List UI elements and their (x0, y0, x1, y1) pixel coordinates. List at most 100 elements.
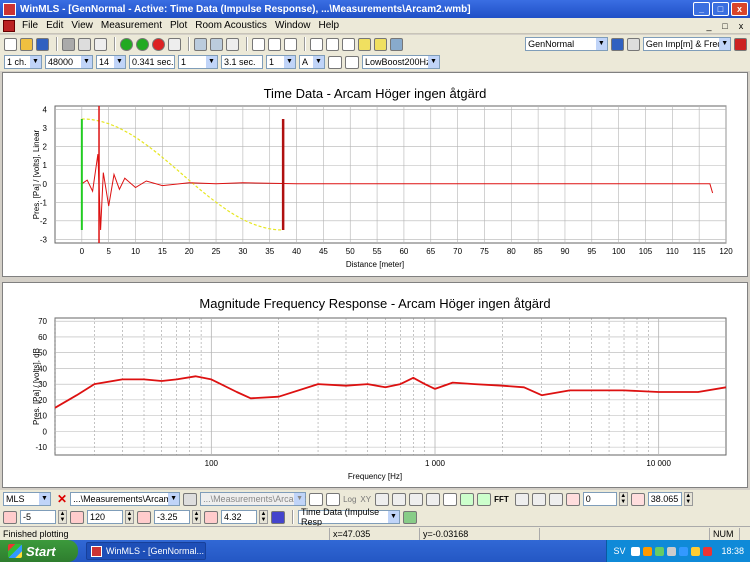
open-folder-icon[interactable] (20, 37, 33, 51)
window-start-icon[interactable] (565, 492, 580, 506)
pre-delay-field[interactable]: 3.1 sec. (221, 55, 263, 69)
sample-rate-select[interactable]: 48000 ▼ (45, 55, 93, 69)
tray-icon-3[interactable] (655, 546, 665, 556)
x-max-input[interactable]: 120 (87, 510, 123, 524)
averages-select[interactable]: 1 ▼ (178, 55, 218, 69)
menu-view[interactable]: View (67, 20, 97, 31)
mode-select[interactable]: A ▼ (299, 55, 325, 69)
menu-help[interactable]: Help (315, 20, 344, 31)
peak-icon[interactable] (426, 492, 441, 506)
taskbar-item-winmls[interactable]: WinMLS - [GenNormal... (86, 542, 206, 560)
signal-type-select[interactable]: MLS ▼ (3, 492, 51, 506)
file-a-select[interactable]: ...\Measurements\Arcam2 ▼ (70, 492, 181, 506)
tray-icon-7[interactable] (703, 546, 713, 556)
x-min-spinner[interactable]: ▲ ▼ (58, 510, 67, 524)
view-options-icon[interactable] (403, 510, 417, 524)
scope-icon[interactable] (226, 37, 239, 51)
window-end-input[interactable]: 38.065 (647, 492, 682, 506)
pan-icon[interactable] (392, 492, 407, 506)
cursor-icon[interactable] (409, 492, 424, 506)
preset-select[interactable]: GenNormal ▼ (525, 37, 608, 51)
tray-icon-2[interactable] (643, 546, 653, 556)
window-icon[interactable] (514, 492, 529, 506)
percent-icon[interactable] (460, 492, 475, 506)
filter-select[interactable]: LowBoost200HzS ▼ (362, 55, 440, 69)
document-icon[interactable] (3, 19, 15, 32)
preset-options-icon[interactable] (626, 37, 640, 51)
input-select[interactable]: 1 ▼ (266, 55, 296, 69)
channels-select[interactable]: 1 ch. ▼ (4, 55, 42, 69)
solo-icon[interactable] (210, 37, 223, 51)
window-end-spinner[interactable]: ▲ ▼ (683, 492, 693, 506)
cursor-b-icon[interactable] (374, 37, 387, 51)
new-plot-icon[interactable] (443, 492, 458, 506)
start-button[interactable]: Start (0, 540, 78, 562)
cursor-c-icon[interactable] (390, 37, 403, 51)
plot-edit-icon[interactable] (268, 37, 281, 51)
frequency-response-panel[interactable]: Magnitude Frequency Response - Arcam Hög… (2, 282, 748, 488)
tray-icon-6[interactable] (691, 546, 701, 556)
window-end-icon[interactable] (630, 492, 645, 506)
setup-icon[interactable] (194, 37, 207, 51)
tray-icon-5[interactable] (679, 546, 689, 556)
new-file-icon[interactable] (4, 37, 17, 51)
plot-scale-icon[interactable] (284, 37, 297, 51)
order-select[interactable]: 14 ▼ (96, 55, 126, 69)
xy-toggle[interactable]: XY (360, 495, 371, 504)
minimize-button[interactable]: _ (693, 2, 710, 16)
x-max-spinner[interactable]: ▲ ▼ (125, 510, 134, 524)
print-icon[interactable] (62, 37, 75, 51)
tray-icon-4[interactable] (667, 546, 677, 556)
mdi-restore-button[interactable]: □ (718, 20, 732, 32)
zoom-icon[interactable] (375, 492, 390, 506)
save-preset-icon[interactable] (610, 37, 624, 51)
y-min-spinner[interactable]: ▲ ▼ (192, 510, 201, 524)
window-start-input[interactable]: 0 (582, 492, 617, 506)
save-icon[interactable] (36, 37, 49, 51)
arrow-right-icon[interactable] (477, 492, 492, 506)
menu-edit[interactable]: Edit (42, 20, 67, 31)
cursor-a-icon[interactable] (358, 37, 371, 51)
window-start-spinner[interactable]: ▲ ▼ (618, 492, 628, 506)
menu-room-acoustics[interactable]: Room Acoustics (191, 20, 271, 31)
graph-select[interactable]: Gen Imp[m] & Freq ▼ (642, 37, 732, 51)
view-select[interactable]: Time Data (Impulse Resp ▼ (298, 507, 400, 527)
length-field[interactable]: 0.341 sec. (129, 55, 175, 69)
plot-grid-icon[interactable] (326, 37, 339, 51)
copy-icon[interactable] (78, 37, 91, 51)
y-max-spinner[interactable]: ▲ ▼ (259, 510, 268, 524)
x-min-input[interactable]: -5 (20, 510, 56, 524)
menu-measurement[interactable]: Measurement (97, 20, 166, 31)
delete-graph-icon[interactable] (734, 37, 748, 51)
y-min-input[interactable]: -3.25 (154, 510, 190, 524)
remove-curve-icon[interactable]: ✕ (57, 492, 67, 506)
language-indicator[interactable]: SV (613, 546, 625, 556)
time-data-panel[interactable]: Time Data - Arcam Höger ingen åtgärd 0 5 10… (2, 72, 748, 277)
mdi-close-button[interactable]: x (734, 20, 748, 32)
plot-list-icon[interactable] (342, 37, 355, 51)
tray-icon-1[interactable] (631, 546, 641, 556)
y-max-input[interactable]: 4.32 (221, 510, 257, 524)
menu-window[interactable]: Window (271, 20, 315, 31)
time-data-chart[interactable]: Time Data - Arcam Höger ingen åtgärd0 5 10… (3, 73, 747, 276)
frequency-response-chart[interactable]: Magnitude Frequency Response - Arcam Hög… (3, 283, 747, 487)
export-icon[interactable] (531, 492, 546, 506)
close-button[interactable]: x (731, 2, 748, 16)
mdi-minimize-button[interactable]: _ (702, 20, 716, 32)
filter-icon[interactable] (328, 55, 342, 69)
autoscale-icon[interactable] (271, 510, 285, 524)
settings-icon[interactable] (548, 492, 563, 506)
paste-icon[interactable] (94, 37, 107, 51)
list-icon[interactable] (309, 492, 324, 506)
log-x-toggle[interactable]: Log (343, 495, 356, 504)
plot-line-icon[interactable] (252, 37, 265, 51)
menu-plot[interactable]: Plot (166, 20, 191, 31)
fft-button[interactable]: FFT (494, 495, 509, 504)
maximize-button[interactable]: □ (712, 2, 729, 16)
menu-file[interactable]: File (18, 20, 42, 31)
stop-icon[interactable] (152, 37, 165, 51)
continuous-measure-icon[interactable] (136, 37, 149, 51)
generator-icon[interactable] (168, 37, 181, 51)
measure-icon[interactable] (120, 37, 133, 51)
plot-small-icon[interactable] (326, 492, 341, 506)
